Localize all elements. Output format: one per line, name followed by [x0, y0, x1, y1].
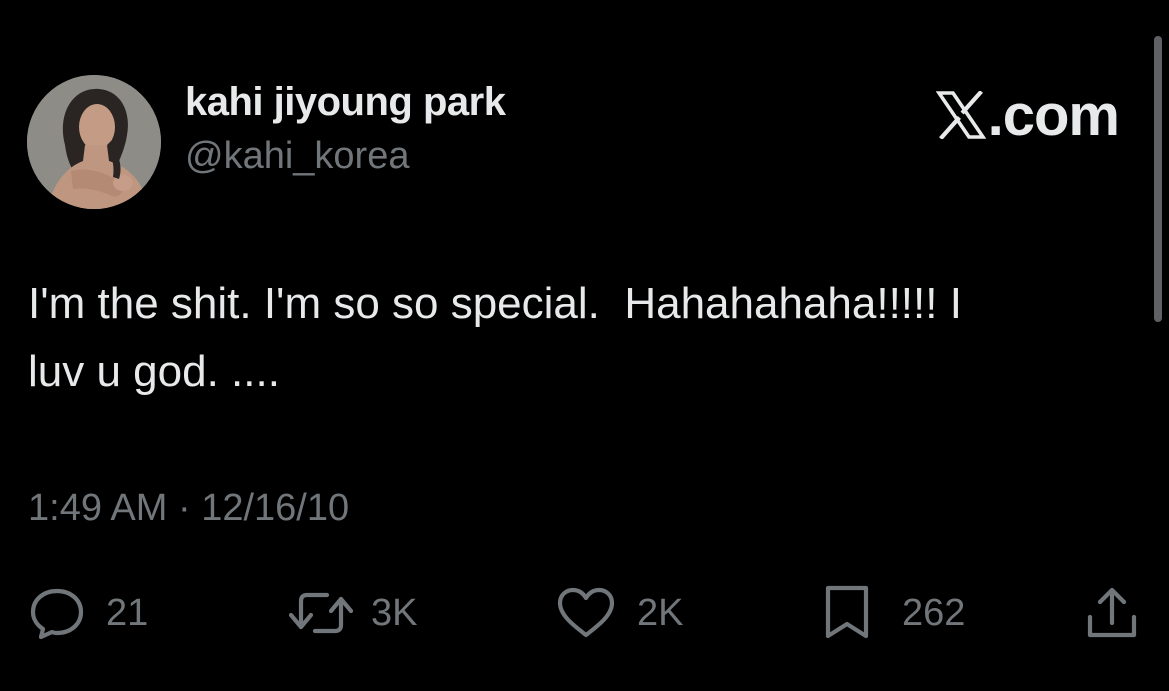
brand-label: .com — [935, 82, 1120, 149]
avatar[interactable] — [27, 75, 161, 209]
like-count: 2K — [637, 591, 684, 634]
bookmark-button[interactable]: 262 — [822, 585, 965, 641]
user-handle[interactable]: @kahi_korea — [185, 135, 409, 178]
reply-count: 21 — [106, 591, 149, 634]
bookmark-icon — [825, 585, 869, 639]
like-button[interactable]: 2K — [555, 585, 683, 641]
action-bar: 21 3K 2K 262 — [0, 585, 1169, 645]
retweet-count: 3K — [371, 591, 418, 634]
profile-photo — [27, 75, 161, 209]
bookmark-count: 262 — [902, 591, 966, 634]
tweet-text: I'm the shit. I'm so so special. Hahahah… — [28, 279, 962, 396]
share-icon — [1087, 587, 1137, 638]
share-button[interactable] — [1084, 585, 1140, 641]
scrollbar[interactable] — [1154, 36, 1162, 322]
tweet-card: kahi jiyoung park @kahi_korea .com I'm t… — [0, 0, 1169, 691]
x-logo-icon — [935, 86, 987, 140]
display-name[interactable]: kahi jiyoung park — [185, 80, 506, 125]
heart-icon — [557, 587, 615, 638]
retweet-icon — [288, 592, 354, 634]
retweet-button[interactable]: 3K — [287, 585, 417, 641]
reply-icon — [30, 588, 84, 640]
tweet-timestamp[interactable]: 1:49 AM · 12/16/10 — [28, 487, 349, 530]
brand-domain: .com — [987, 83, 1120, 148]
reply-button[interactable]: 21 — [28, 585, 148, 641]
